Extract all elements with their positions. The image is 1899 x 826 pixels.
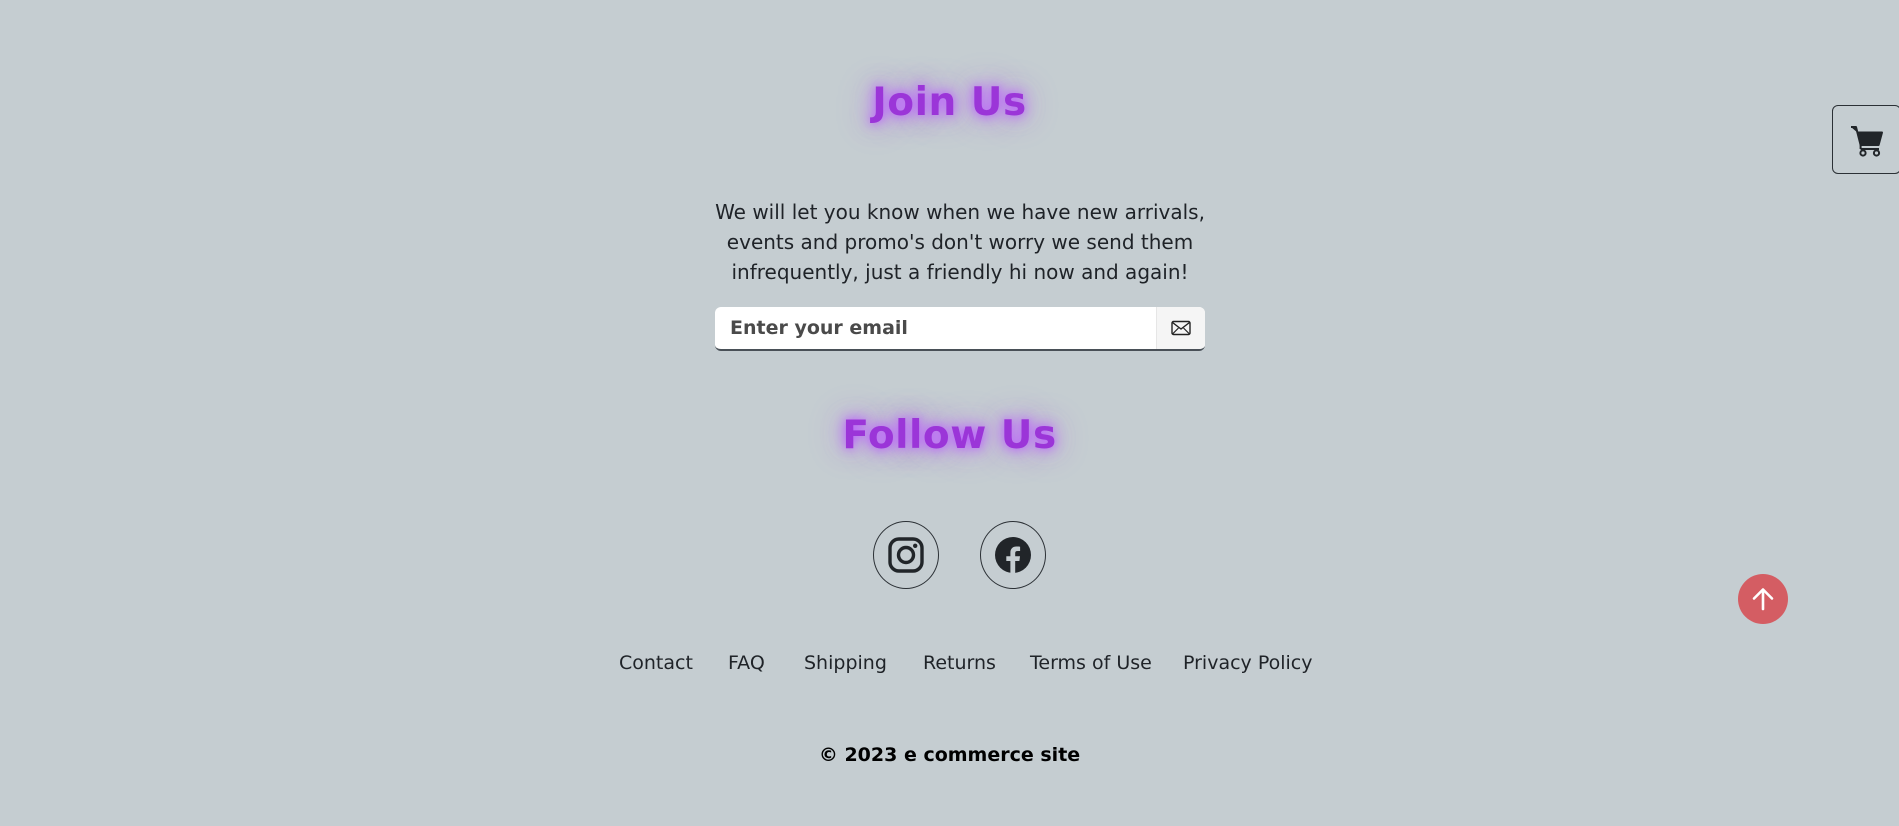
footer-nav: Contact FAQ Shipping Returns Terms of Us…: [0, 652, 1899, 682]
join-us-title: Join Us: [872, 80, 1027, 125]
scroll-to-top-button[interactable]: [1738, 574, 1788, 624]
shipping-link[interactable]: Shipping: [804, 652, 887, 674]
returns-link[interactable]: Returns: [923, 652, 996, 674]
facebook-link[interactable]: [980, 521, 1046, 589]
facebook-icon: [994, 536, 1032, 574]
privacy-policy-link[interactable]: Privacy Policy: [1183, 652, 1312, 674]
faq-link[interactable]: FAQ: [728, 652, 765, 674]
terms-of-use-link[interactable]: Terms of Use: [1030, 652, 1152, 674]
newsletter-form: [715, 307, 1205, 351]
instagram-icon: [887, 536, 925, 574]
copyright-text: © 2023 e commerce site: [818, 744, 1081, 766]
envelope-icon: [1171, 320, 1191, 336]
cart-icon: [1850, 123, 1884, 157]
follow-us-title: Follow Us: [842, 413, 1057, 458]
cart-button[interactable]: [1832, 105, 1899, 174]
email-input[interactable]: [715, 307, 1155, 349]
email-submit-button[interactable]: [1156, 307, 1205, 349]
instagram-link[interactable]: [873, 521, 939, 589]
contact-link[interactable]: Contact: [619, 652, 693, 674]
join-us-description: We will let you know when we have new ar…: [715, 200, 1205, 284]
site-footer: Join Us We will let you know when we hav…: [0, 0, 1899, 826]
arrow-up-icon: [1750, 586, 1776, 612]
